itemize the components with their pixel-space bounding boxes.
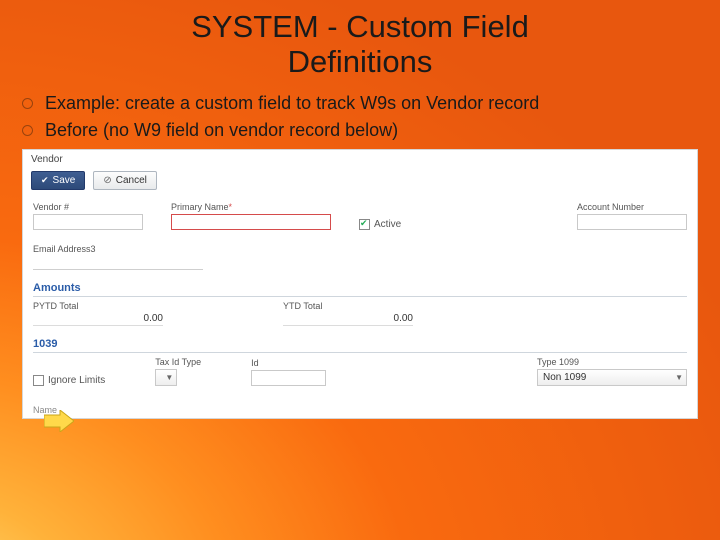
active-checkbox-field: Active [359,219,401,230]
pytd-value: 0.00 [33,313,163,326]
bullet-marker-icon [22,125,33,136]
title-line-1: SYSTEM - Custom Field [191,9,529,44]
vendor-form-screenshot: Vendor Save Cancel Vendor # Primary Name… [22,149,698,419]
bullet-marker-icon [22,98,33,109]
cancel-button[interactable]: Cancel [93,171,157,190]
title-line-2: Definitions [288,44,433,79]
id-input[interactable] [251,370,326,386]
id-field: Id [251,358,326,386]
bullet-list: Example: create a custom field to track … [22,93,720,141]
type-1099-value: Non 1099 [543,372,586,383]
ignore-limits-field: Ignore Limits [33,375,105,386]
pytd-field: PYTD Total 0.00 [33,301,163,326]
type-1099-field: Type 1099 Non 1099 ▼ [537,357,687,386]
account-number-input[interactable] [577,214,687,230]
vendor-number-label: Vendor # [33,202,143,212]
chevron-down-icon: ▼ [165,373,173,382]
bullet-text: Example: create a custom field to track … [45,93,539,114]
primary-name-label: Primary Name* [171,202,331,212]
tax-id-type-select[interactable]: ▼ [155,369,177,386]
form-row-2: Email Address3 [23,240,697,274]
active-label: Active [374,219,401,230]
primary-name-input[interactable] [171,214,331,230]
ignore-limits-checkbox[interactable] [33,375,44,386]
cancel-icon [103,175,111,186]
email-label: Email Address3 [33,244,687,254]
arrow-callout-icon [44,410,74,432]
amounts-row: PYTD Total 0.00 YTD Total 0.00 [23,297,697,330]
active-checkbox[interactable] [359,219,370,230]
save-button[interactable]: Save [31,171,85,190]
account-number-label: Account Number [577,202,687,212]
account-number-field: Account Number [577,202,687,230]
id-label: Id [251,358,326,368]
1099-row: Ignore Limits Tax Id Type ▼ Id Type 1099… [23,353,697,390]
primary-name-field: Primary Name* [171,202,331,230]
check-icon [41,175,49,186]
bullet-item: Example: create a custom field to track … [22,93,720,114]
email-input[interactable] [33,256,203,270]
email-field: Email Address3 [33,244,687,270]
ytd-label: YTD Total [283,301,413,311]
bullet-item: Before (no W9 field on vendor record bel… [22,120,720,141]
vendor-number-input[interactable] [33,214,143,230]
tax-id-type-label: Tax Id Type [155,357,201,367]
type-1099-select[interactable]: Non 1099 ▼ [537,369,687,386]
ytd-value: 0.00 [283,313,413,326]
ignore-limits-label: Ignore Limits [48,375,105,386]
1099-section-heading: 1039 [33,336,687,353]
bullet-text: Before (no W9 field on vendor record bel… [45,120,398,141]
slide-title: SYSTEM - Custom Field Definitions [0,0,720,79]
cancel-button-label: Cancel [116,175,147,186]
primary-name-label-text: Primary Name [171,202,229,212]
form-row-1: Vendor # Primary Name* Active Account Nu… [23,198,697,234]
button-bar: Save Cancel [23,167,697,198]
vendor-number-field: Vendor # [33,202,143,230]
required-star-icon: * [229,202,233,212]
ytd-field: YTD Total 0.00 [283,301,413,326]
tax-id-type-field: Tax Id Type ▼ [155,357,201,386]
panel-header: Vendor [23,150,697,167]
save-button-label: Save [53,175,76,186]
amounts-section-heading: Amounts [33,280,687,297]
type-1099-label: Type 1099 [537,357,687,367]
chevron-down-icon: ▼ [675,373,683,382]
pytd-label: PYTD Total [33,301,163,311]
